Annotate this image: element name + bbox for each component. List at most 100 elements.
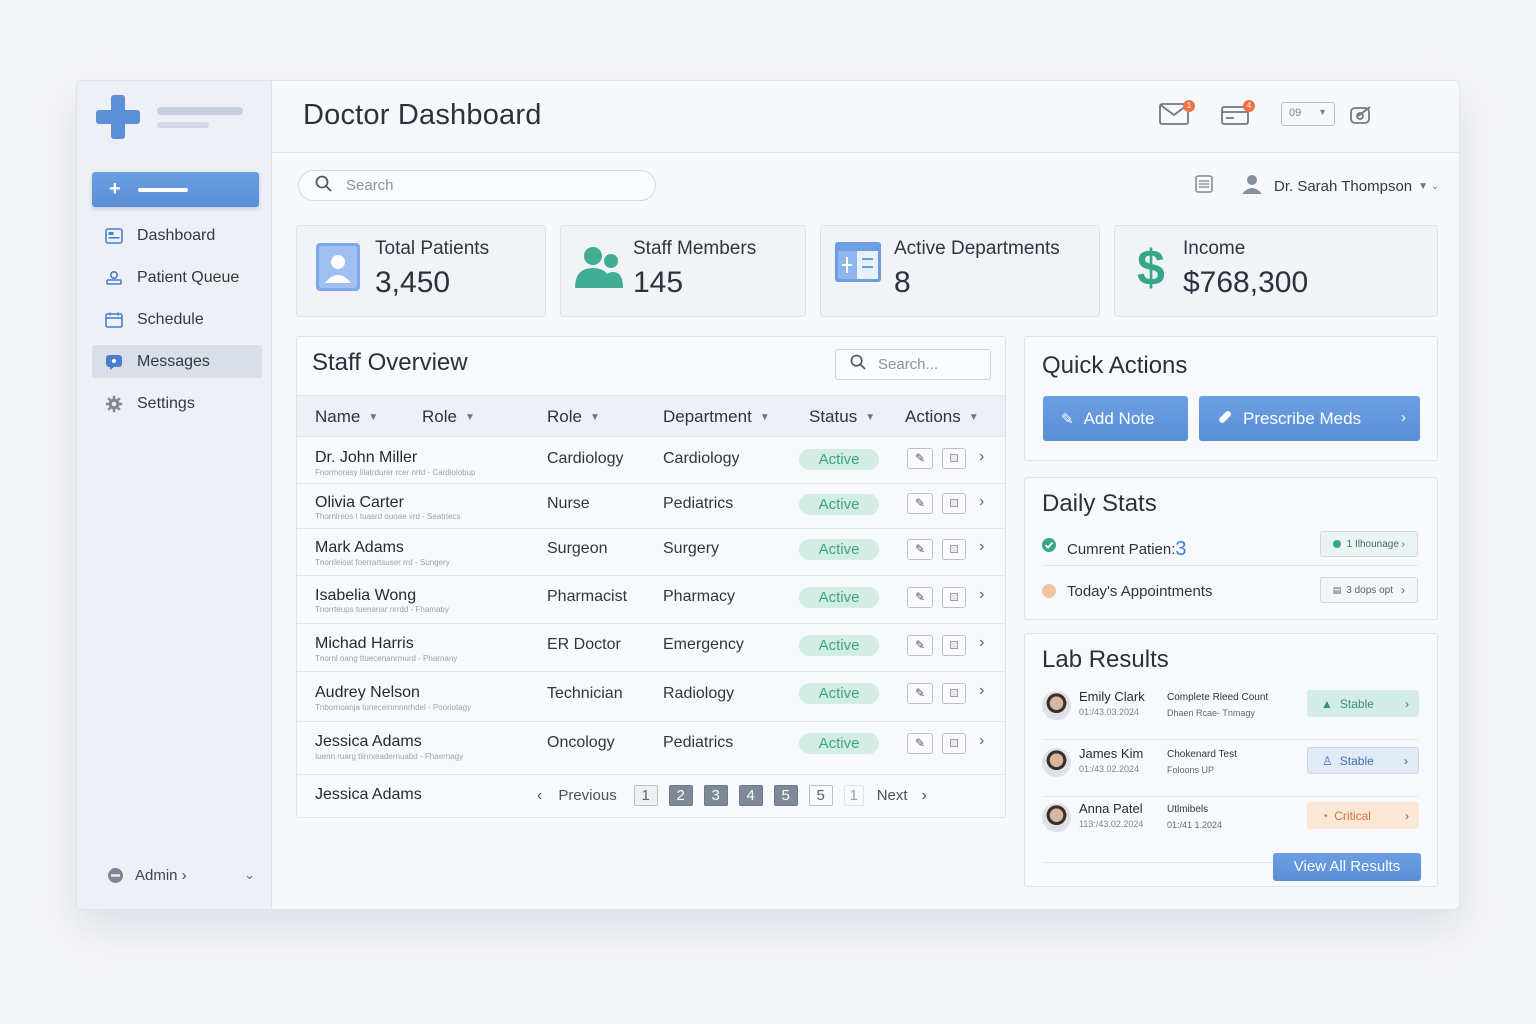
app-logo[interactable]: [95, 93, 265, 141]
lab-result-row[interactable]: Emily Clark 01:/43.03.2024 Complete Rlee…: [1042, 686, 1419, 740]
lab-result-row[interactable]: Anna Patel 113:/43.02.2024 Utlmibels 01:…: [1042, 798, 1419, 852]
stat-card-total-patients[interactable]: Total Patients 3,450: [296, 225, 546, 317]
appointments-pill[interactable]: ▤ 3 dops opt ›: [1319, 577, 1418, 603]
link-icon[interactable]: [1350, 105, 1372, 130]
edit-button[interactable]: ✎: [907, 587, 933, 608]
table-row[interactable]: Audrey Nelson Tnbornoanja tuneceinmnnrhd…: [297, 672, 1005, 722]
table-row[interactable]: Isabelia Wong Tnorrteups tuenariar nrrdd…: [297, 576, 1005, 624]
staff-subtext: Tnorrleioat foerrartsuser rrd - Sungery: [315, 558, 450, 567]
page-button[interactable]: 5: [808, 785, 833, 806]
edit-button[interactable]: ✎: [907, 733, 933, 754]
column-label: Name: [315, 407, 361, 426]
staff-department: Surgery: [663, 540, 720, 557]
add-note-button[interactable]: ✎ Add Note: [1043, 396, 1188, 441]
column-label: Actions: [905, 407, 961, 426]
sidebar-item-messages[interactable]: Messages: [92, 345, 262, 378]
search-input[interactable]: Search: [346, 177, 394, 194]
chevron-left-icon[interactable]: ‹: [537, 787, 542, 805]
delete-button[interactable]: [942, 448, 966, 469]
result-status-button[interactable]: ♙ Stable ›: [1307, 747, 1419, 774]
chevron-right-icon[interactable]: ›: [979, 448, 984, 466]
sidebar-item-schedule[interactable]: Schedule: [92, 303, 262, 336]
page-button[interactable]: 3: [703, 785, 728, 806]
stat-label: Income: [1183, 238, 1246, 259]
delete-button[interactable]: [942, 587, 966, 608]
sidebar-item-dashboard[interactable]: Dashboard: [92, 219, 262, 252]
mail-icon[interactable]: 1: [1159, 100, 1195, 130]
column-header-status[interactable]: Status ▼: [809, 407, 875, 427]
document-icon[interactable]: [1195, 175, 1213, 197]
edit-button[interactable]: ✎: [907, 635, 933, 656]
chevron-right-icon[interactable]: ›: [979, 732, 984, 750]
column-header-role[interactable]: Role ▼: [422, 407, 475, 427]
page-button[interactable]: 4: [738, 785, 763, 806]
stat-card-income[interactable]: $ Income $768,300: [1114, 225, 1438, 317]
new-item-button[interactable]: +: [92, 172, 259, 207]
inbox-icon[interactable]: 4: [1221, 100, 1255, 130]
staff-search-input[interactable]: Search...: [878, 356, 938, 373]
next-page-button[interactable]: Next: [877, 787, 908, 804]
column-header-department[interactable]: Department ▼: [663, 407, 770, 427]
column-label: Role: [422, 407, 457, 426]
sidebar-item-settings[interactable]: Settings: [92, 387, 262, 420]
sidebar-item-patient-queue[interactable]: Patient Queue: [92, 261, 262, 294]
chevron-right-icon: ›: [1405, 696, 1409, 711]
status-badge: Active: [799, 683, 879, 704]
page-button[interactable]: 1: [633, 785, 658, 806]
prescribe-meds-button[interactable]: Prescribe Meds ›: [1199, 396, 1420, 441]
delete-button[interactable]: [942, 733, 966, 754]
status-dot-icon: [1332, 540, 1341, 548]
quick-actions-title: Quick Actions: [1042, 352, 1188, 379]
stat-card-staff-members[interactable]: Staff Members 145: [560, 225, 806, 317]
staff-search-bar[interactable]: Search...: [835, 349, 991, 380]
edit-button[interactable]: ✎: [907, 539, 933, 560]
page-button[interactable]: 2: [668, 785, 693, 806]
chevron-right-icon[interactable]: ›: [979, 682, 984, 700]
table-row[interactable]: Mark Adams Tnorrleioat foerrartsuser rrd…: [297, 529, 1005, 576]
staff-icon: [573, 244, 625, 295]
table-row[interactable]: Michad Harris Tnornl oang ttuecenanrmurd…: [297, 624, 1005, 672]
language-select[interactable]: 09 ▼: [1281, 102, 1335, 126]
delete-button[interactable]: [942, 493, 966, 514]
edit-button[interactable]: ✎: [907, 493, 933, 514]
admin-label: Admin ›: [135, 866, 187, 884]
result-status-button[interactable]: ▲ Stable ›: [1307, 690, 1419, 717]
chevron-right-icon[interactable]: ›: [979, 586, 984, 604]
column-header-actions[interactable]: Actions ▼: [905, 407, 979, 427]
search-bar[interactable]: Search: [298, 170, 656, 201]
add-note-label: Add Note: [1083, 408, 1155, 428]
table-row[interactable]: Dr. John Miller Fnormorasy lilatrdurer r…: [297, 437, 1005, 484]
edit-button[interactable]: ✎: [907, 448, 933, 469]
staff-role: ER Doctor: [547, 636, 621, 653]
lab-result-row[interactable]: James Kim 01:/43.02.2024 Chokenard Test …: [1042, 743, 1419, 797]
staff-name: Mark Adams: [315, 539, 404, 556]
chevron-right-icon[interactable]: ›: [979, 538, 984, 556]
delete-button[interactable]: [942, 539, 966, 560]
edit-button[interactable]: ✎: [907, 683, 933, 704]
search-icon: [315, 175, 332, 197]
chevron-down-icon[interactable]: ⌄: [244, 867, 255, 883]
staff-name: Isabelia Wong: [315, 587, 417, 604]
page-button[interactable]: 5: [773, 785, 798, 806]
chevron-right-icon[interactable]: ›: [979, 493, 984, 511]
result-status-button[interactable]: ◔ Critical ›: [1307, 802, 1419, 829]
table-row[interactable]: Jessica Adams Iuenn ruarg tiinrxeadernua…: [297, 722, 1005, 775]
page-button[interactable]: 1: [843, 785, 864, 806]
chevron-right-icon: ›: [1405, 808, 1409, 823]
delete-button[interactable]: [942, 683, 966, 704]
column-header-role-2[interactable]: Role ▼: [547, 407, 600, 427]
table-row[interactable]: Olivia Carter Thornlreos I tuasrd ouoae …: [297, 484, 1005, 529]
chevron-right-icon[interactable]: ›: [979, 634, 984, 652]
user-menu[interactable]: Dr. Sarah Thompson ▼ ⌄: [1195, 173, 1439, 199]
lab-results-title: Lab Results: [1042, 646, 1169, 673]
delete-button[interactable]: [942, 635, 966, 656]
current-patients-pill[interactable]: 1 Ilhounage ›: [1319, 531, 1418, 557]
view-all-results-button[interactable]: View All Results: [1273, 853, 1421, 881]
column-header-name[interactable]: Name ▼: [315, 407, 378, 427]
footer-name: Jessica Adams: [315, 786, 422, 803]
admin-menu[interactable]: Admin › ⌄: [105, 863, 255, 887]
stat-card-active-departments[interactable]: Active Departments 8: [820, 225, 1100, 317]
square-icon: [950, 739, 958, 747]
previous-page-button[interactable]: Previous: [558, 787, 616, 804]
chevron-right-icon[interactable]: ›: [922, 787, 927, 805]
